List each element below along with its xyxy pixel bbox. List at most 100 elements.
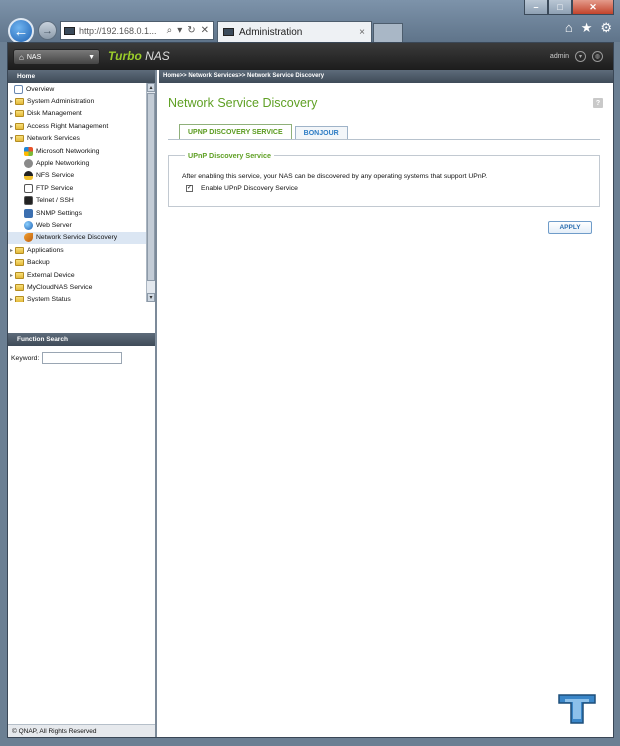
sidebar-item-web-server[interactable]: Web Server <box>8 219 146 231</box>
sidebar-item-mycloudnas-service[interactable]: ▸ MyCloudNAS Service <box>8 281 146 293</box>
back-arrow-icon[interactable]: ← <box>8 18 34 44</box>
sidebar-item-label: Backup <box>27 259 50 267</box>
close-window-button[interactable]: ✕ <box>572 0 614 15</box>
username: admin <box>549 53 569 60</box>
sidebar-item-label: System Status <box>27 296 71 302</box>
keyword-label: Keyword: <box>11 354 40 362</box>
sidebar-item-apple-networking[interactable]: Apple Networking <box>8 157 146 169</box>
sidebar-item-telnet-ssh[interactable]: Telnet / SSH <box>8 195 146 207</box>
tab-close-icon[interactable]: × <box>359 27 365 38</box>
favorites-star-icon[interactable]: ★ <box>581 20 593 36</box>
sidebar-item-external-device[interactable]: ▸ External Device <box>8 269 146 281</box>
sidebar-item-snmp-settings[interactable]: SNMP Settings <box>8 207 146 219</box>
sidebar-item-label: Telnet / SSH <box>36 197 74 205</box>
dropdown-arrow-icon: ▼ <box>88 53 95 61</box>
copyright-footer: © QNAP, All Rights Reserved <box>8 724 155 737</box>
sidebar-item-nfs-service[interactable]: NFS Service <box>8 170 146 182</box>
expand-toggle-icon[interactable]: ▸ <box>8 123 15 130</box>
scroll-down-icon[interactable]: ▾ <box>147 293 155 302</box>
sidebar-item-applications[interactable]: ▸ Applications <box>8 244 146 256</box>
folder-icon <box>15 110 24 118</box>
sidebar-item-label: SNMP Settings <box>36 209 82 217</box>
forward-arrow-icon[interactable]: → <box>38 21 57 40</box>
sidebar-item-backup[interactable]: ▸ Backup <box>8 256 146 268</box>
page-title: Network Service Discovery <box>168 96 318 110</box>
discovery-icon <box>24 233 33 243</box>
nas-menu-label: NAS <box>26 53 42 61</box>
folder-icon <box>15 259 24 267</box>
sidebar-item-label: Network Services <box>27 135 80 143</box>
browser-tab-administration[interactable]: Administration × <box>217 21 372 42</box>
browser-chrome: – □ ✕ ← → http://192.168.0.1... ⌕ ▾ ↻ ✕ … <box>0 0 620 44</box>
window-controls: – □ ✕ <box>524 0 614 15</box>
new-tab-button[interactable] <box>373 23 403 42</box>
tab-divider <box>168 139 600 140</box>
breadcrumb: Home>> Network Services>> Network Servic… <box>159 70 613 83</box>
address-url: http://192.168.0.1... <box>79 25 157 36</box>
browser-toolbar: ⌂ ★ ⚙ <box>565 20 612 36</box>
expand-toggle-icon[interactable]: ▸ <box>8 259 15 266</box>
home-icon: ⌂ <box>19 52 24 62</box>
minimize-button[interactable]: – <box>524 0 548 15</box>
maximize-button[interactable]: □ <box>548 0 572 15</box>
sidebar-item-network-service-discovery[interactable]: Network Service Discovery <box>8 231 146 245</box>
snmp-icon <box>24 208 33 218</box>
dropdown-arrow-icon[interactable]: ▾ <box>177 25 182 36</box>
folder-icon <box>15 246 24 254</box>
section-description: After enabling this service, your NAS ca… <box>182 173 488 180</box>
sidebar-item-access-right-management[interactable]: ▸ Access Right Management <box>8 120 146 132</box>
address-bar[interactable]: http://192.168.0.1... ⌕ ▾ ↻ ✕ <box>60 21 214 40</box>
expand-toggle-icon[interactable]: ▸ <box>8 98 15 105</box>
collapse-toggle-icon[interactable]: ▾ <box>8 135 15 142</box>
language-globe-icon[interactable]: ◍ <box>592 51 603 62</box>
expand-toggle-icon[interactable]: ▸ <box>8 110 15 117</box>
tab-title: Administration <box>239 26 303 38</box>
expand-toggle-icon[interactable]: ▸ <box>8 296 15 302</box>
terminal-icon <box>24 196 33 206</box>
windows-icon <box>24 146 33 156</box>
app-header: ⌂ NAS ▼ Turbo NAS admin ▾ ◍ <box>8 43 613 70</box>
tab-upnp-discovery-service[interactable]: UPNP DISCOVERY SERVICE <box>179 124 292 139</box>
tree-scrollbar[interactable]: ▴ ▾ <box>146 83 155 302</box>
nas-menu-button[interactable]: ⌂ NAS ▼ <box>13 49 100 65</box>
scroll-thumb[interactable] <box>147 93 155 281</box>
expand-toggle-icon[interactable]: ▸ <box>8 247 15 254</box>
page-icon <box>223 28 234 36</box>
sidebar-item-label: Disk Management <box>27 110 82 118</box>
help-icon[interactable]: ? <box>593 98 603 108</box>
main-content: Home>> Network Services>> Network Servic… <box>159 70 613 737</box>
sidebar-item-network-services[interactable]: ▾ Network Services <box>8 133 146 145</box>
expand-toggle-icon[interactable]: ▸ <box>8 284 15 291</box>
home-icon[interactable]: ⌂ <box>565 20 573 36</box>
sidebar-item-system-administration[interactable]: ▸ System Administration <box>8 95 146 107</box>
globe-icon <box>24 220 33 230</box>
folder-icon <box>15 296 24 302</box>
sidebar-item-label: FTP Service <box>36 184 74 192</box>
folder-icon <box>15 122 24 130</box>
sidebar-item-ftp-service[interactable]: FTP Service <box>8 182 146 194</box>
sidebar-item-disk-management[interactable]: ▸ Disk Management <box>8 108 146 120</box>
sidebar-item-overview[interactable]: Overview <box>8 83 146 95</box>
page-icon <box>64 26 75 35</box>
sidebar-item-label: Apple Networking <box>36 160 90 168</box>
enable-upnp-row: ✓ Enable UPnP Discovery Service <box>186 185 298 192</box>
user-menu-icon[interactable]: ▾ <box>575 51 586 62</box>
scroll-up-icon[interactable]: ▴ <box>147 83 155 92</box>
enable-upnp-checkbox[interactable]: ✓ <box>186 185 193 192</box>
refresh-icon[interactable]: ↻ <box>187 25 195 36</box>
stop-icon[interactable]: ✕ <box>201 25 209 36</box>
settings-gear-icon[interactable]: ⚙ <box>600 20 612 36</box>
navigation-tree: Overview ▸ System Administration ▸ Disk Mana… <box>8 83 146 302</box>
keyword-input[interactable] <box>42 352 123 364</box>
expand-toggle-icon[interactable]: ▸ <box>8 272 15 279</box>
function-search-title: Function Search <box>8 333 155 346</box>
enable-upnp-label: Enable UPnP Discovery Service <box>201 185 298 192</box>
sidebar-item-microsoft-networking[interactable]: Microsoft Networking <box>8 145 146 157</box>
sidebar: Home Overview ▸ System Administration ▸ Disk… <box>8 70 157 737</box>
sidebar-item-system-status[interactable]: ▸ System Status <box>8 294 146 302</box>
sidebar-item-label: MyCloudNAS Service <box>27 283 93 291</box>
search-icon[interactable]: ⌕ <box>167 25 173 36</box>
tab-bonjour[interactable]: BONJOUR <box>294 126 348 139</box>
apply-button[interactable]: APPLY <box>548 221 592 234</box>
sidebar-item-label: Overview <box>26 85 55 93</box>
